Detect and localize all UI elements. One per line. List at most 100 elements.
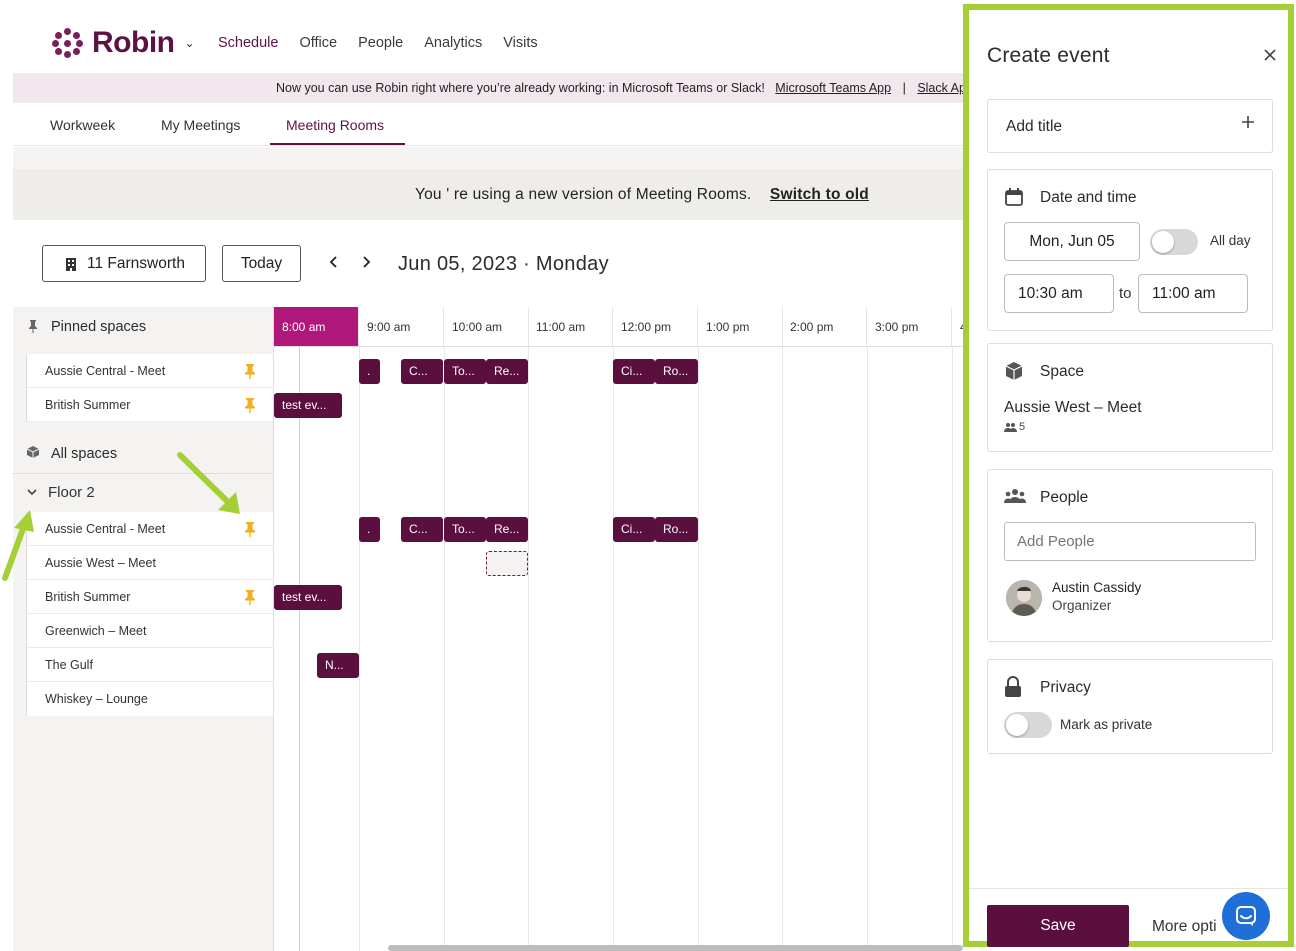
horizontal-scrollbar[interactable] — [388, 945, 963, 951]
draft-event-slot[interactable] — [486, 551, 528, 576]
chevron-left-icon[interactable] — [328, 254, 340, 275]
pin-icon[interactable] — [243, 589, 257, 605]
event-block[interactable]: C... — [401, 517, 443, 542]
privacy-card: Privacy Mark as private — [987, 659, 1273, 754]
space-title: Space — [1040, 363, 1084, 380]
event-block[interactable]: test ev... — [274, 585, 342, 610]
switch-to-old-link[interactable]: Switch to old — [770, 186, 869, 203]
tab-my-meetings[interactable]: My Meetings — [161, 117, 240, 133]
chevron-right-icon[interactable] — [360, 254, 372, 275]
all-day-toggle[interactable] — [1150, 229, 1198, 255]
group-icon — [1004, 487, 1026, 509]
event-block[interactable]: Ci... — [613, 517, 655, 542]
date-time-title: Date and time — [1040, 189, 1137, 206]
event-block[interactable]: N... — [317, 653, 359, 678]
notice-text: You ' re using a new version of Meeting … — [415, 186, 752, 203]
event-block[interactable]: Ci... — [613, 359, 655, 384]
space-row[interactable]: Greenwich – Meet — [27, 614, 273, 648]
space-capacity: 5 — [1004, 421, 1025, 433]
event-block[interactable]: Re... — [486, 359, 528, 384]
add-people-input[interactable] — [1004, 522, 1256, 561]
date-picker[interactable]: Mon, Jun 05 — [1004, 222, 1140, 261]
annotation-arrows — [2, 452, 240, 581]
grid-line — [359, 347, 360, 951]
active-tab-indicator — [270, 143, 405, 145]
chat-icon — [1236, 906, 1256, 926]
grid-line — [698, 347, 699, 951]
organizer-role: Organizer — [1052, 598, 1112, 613]
spaces-sidebar: Pinned spaces Aussie Central - Meet Brit… — [13, 307, 274, 951]
event-block[interactable]: . — [359, 359, 380, 384]
pin-icon[interactable] — [243, 363, 257, 379]
plus-icon[interactable] — [1240, 114, 1256, 135]
private-toggle[interactable] — [1004, 712, 1052, 738]
space-row[interactable]: The Gulf — [27, 648, 273, 682]
cube-icon — [1004, 361, 1026, 383]
spacer — [13, 147, 973, 169]
nav-people[interactable]: People — [358, 35, 403, 51]
grid-line — [528, 347, 529, 951]
more-options-button[interactable]: More opti — [1152, 918, 1217, 936]
privacy-title: Privacy — [1040, 679, 1091, 696]
today-button[interactable]: Today — [222, 245, 301, 282]
create-event-panel: Create event Add title Date and time Mon… — [963, 4, 1294, 947]
start-time-field[interactable]: 10:30 am — [1004, 274, 1114, 313]
grid-line — [867, 347, 868, 951]
nav-visits[interactable]: Visits — [503, 35, 537, 51]
pinned-spaces-title: Pinned spaces — [51, 319, 147, 335]
hour-header: 10:00 am — [444, 307, 529, 347]
space-row[interactable]: British Summer — [27, 388, 273, 422]
event-block[interactable]: To... — [444, 359, 486, 384]
organizer-name: Austin Cassidy — [1052, 580, 1142, 595]
space-card[interactable]: Space Aussie West – Meet 5 — [987, 343, 1273, 452]
end-time-field[interactable]: 11:00 am — [1138, 274, 1248, 313]
building-name: 11 Farnsworth — [87, 254, 185, 272]
event-block[interactable]: Re... — [486, 517, 528, 542]
pin-icon[interactable] — [243, 397, 257, 413]
add-title-label: Add title — [1006, 118, 1063, 135]
date-time-card: Date and time Mon, Jun 05 All day 10:30 … — [987, 169, 1273, 331]
event-block[interactable]: Ro... — [655, 359, 698, 384]
event-block[interactable]: . — [359, 517, 380, 542]
nav-analytics[interactable]: Analytics — [424, 35, 482, 51]
nav-office[interactable]: Office — [299, 35, 337, 51]
current-time-line — [299, 347, 300, 951]
today-label: Today — [240, 254, 283, 272]
hour-header: 2:00 pm — [782, 307, 867, 347]
tab-workweek[interactable]: Workweek — [50, 117, 115, 133]
banner-separator: | — [902, 81, 906, 95]
space-row[interactable]: Aussie Central - Meet — [27, 354, 273, 388]
event-block[interactable]: C... — [401, 359, 443, 384]
current-date-title: Jun 05, 2023 · Monday — [398, 253, 609, 275]
add-title-card[interactable]: Add title — [987, 99, 1273, 153]
hour-header: 1:00 pm — [698, 307, 783, 347]
integration-banner: Now you can use Robin right where you’re… — [13, 73, 973, 103]
timeline-grid: 8:00 am 9:00 am 10:00 am 11:00 am 12:00 … — [274, 307, 970, 951]
pinned-spaces-header: Pinned spaces — [13, 307, 274, 347]
building-selector-button[interactable]: 11 Farnsworth — [42, 245, 206, 282]
space-name: British Summer — [45, 397, 131, 412]
calendar-icon — [1004, 187, 1026, 209]
pin-icon — [25, 319, 41, 336]
hour-header: 12:00 pm — [613, 307, 698, 347]
nav-schedule[interactable]: Schedule — [218, 35, 278, 51]
event-block[interactable]: To... — [444, 517, 486, 542]
save-button[interactable]: Save — [987, 905, 1129, 947]
space-name: British Summer — [45, 589, 131, 604]
version-notice: You ' re using a new version of Meeting … — [13, 169, 973, 220]
people-card: People Austin Cassidy Organizer — [987, 469, 1273, 642]
chevron-down-icon[interactable]: ⌄ — [184, 36, 194, 50]
hour-header: 11:00 am — [528, 307, 613, 347]
close-icon[interactable] — [1263, 46, 1277, 67]
space-name: The Gulf — [45, 657, 93, 672]
chat-support-button[interactable] — [1222, 892, 1270, 940]
grid-line — [952, 347, 953, 951]
event-block[interactable]: Ro... — [655, 517, 698, 542]
teams-app-link[interactable]: Microsoft Teams App — [775, 81, 891, 95]
event-block[interactable]: test ev... — [274, 393, 342, 418]
header-divider — [274, 346, 970, 347]
robin-logo[interactable]: Robin ⌄ — [52, 26, 195, 60]
tab-meeting-rooms[interactable]: Meeting Rooms — [286, 117, 384, 133]
space-row[interactable]: Whiskey – Lounge — [27, 682, 273, 716]
banner-text: Now you can use Robin right where you’re… — [276, 81, 765, 95]
